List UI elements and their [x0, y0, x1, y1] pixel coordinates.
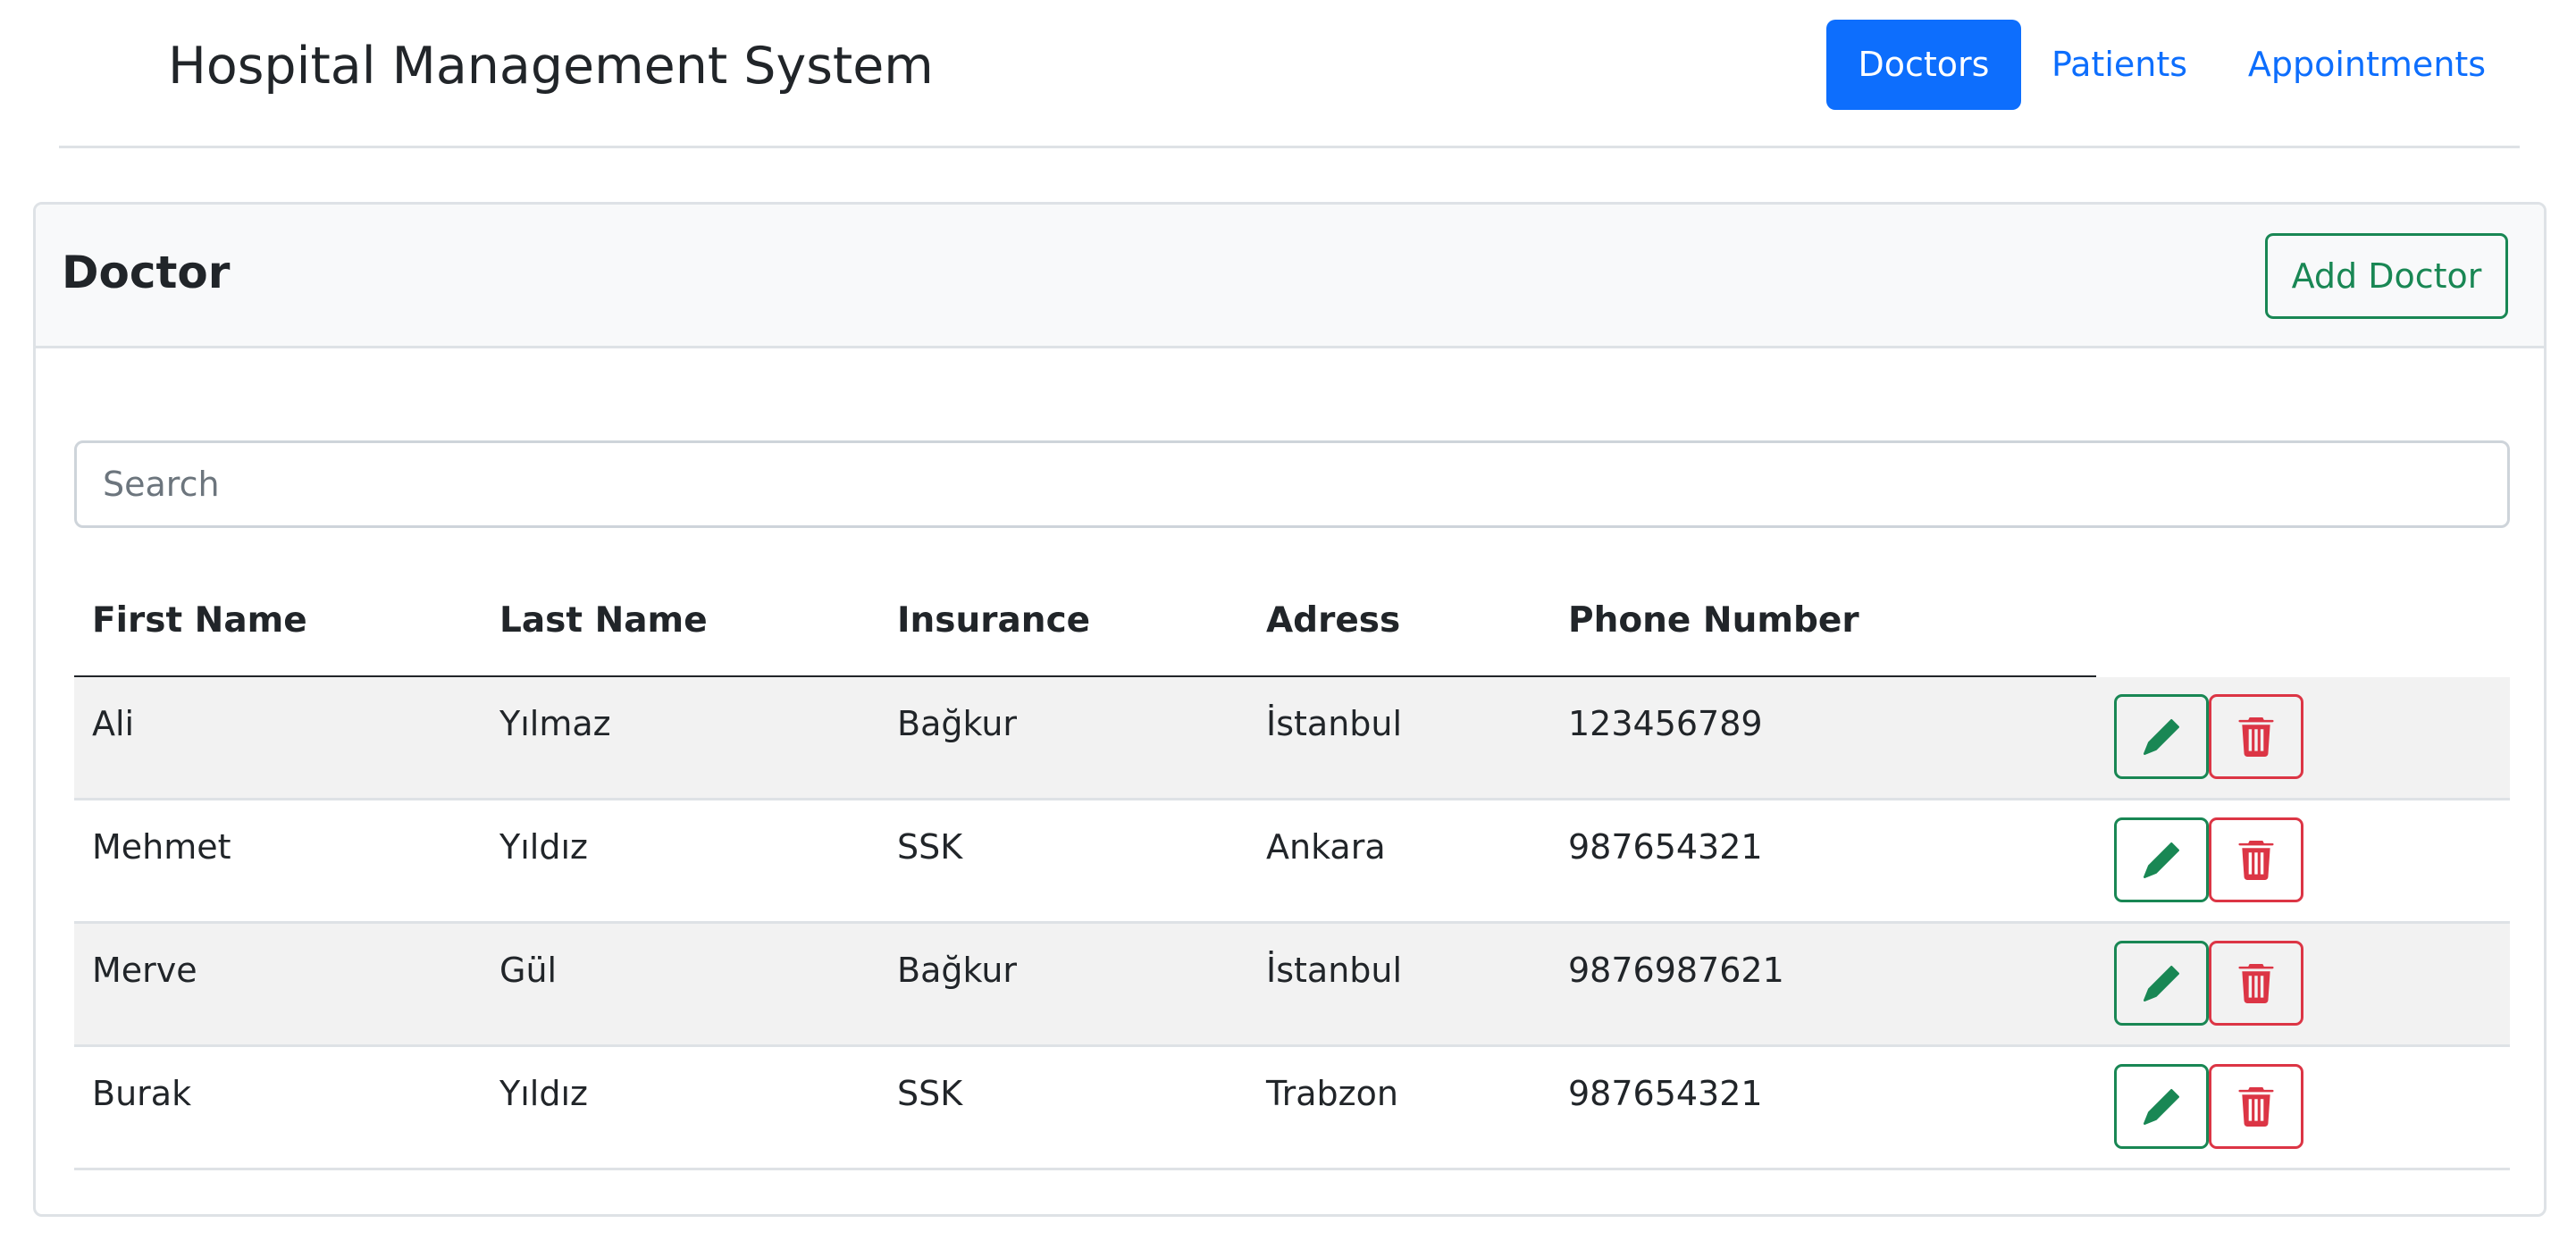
cell-last-name: Yıldız: [499, 827, 588, 867]
delete-button[interactable]: [2209, 817, 2303, 902]
cell-address: Trabzon: [1266, 1074, 1398, 1113]
add-doctor-button[interactable]: Add Doctor: [2265, 233, 2508, 319]
edit-button[interactable]: [2114, 694, 2209, 779]
delete-button[interactable]: [2209, 694, 2303, 779]
cell-insurance: Bağkur: [897, 951, 1018, 990]
column-header-insurance: Insurance: [897, 600, 1091, 641]
pencil-icon: [2144, 965, 2179, 1001]
search-input[interactable]: [74, 440, 2510, 528]
trash-icon: [2238, 1086, 2274, 1127]
pencil-icon: [2144, 842, 2179, 878]
table-row: Ali Yılmaz Bağkur İstanbul 123456789: [74, 677, 2510, 800]
cell-first-name: Burak: [92, 1074, 192, 1113]
table-header: First Name Last Name Insurance Adress Ph…: [74, 565, 2510, 678]
cell-insurance: SSK: [897, 1074, 963, 1113]
app-title[interactable]: Hospital Management System: [168, 34, 934, 98]
cell-phone-number: 987654321: [1568, 827, 1763, 867]
pencil-icon: [2144, 1088, 2179, 1125]
table-row: Burak Yıldız SSK Trabzon 987654321: [74, 1047, 2510, 1170]
cell-last-name: Yılmaz: [499, 704, 611, 743]
cell-phone-number: 123456789: [1568, 704, 1763, 743]
cell-phone-number: 987654321: [1568, 1074, 1763, 1113]
nav-link-patients[interactable]: Patients: [2040, 20, 2199, 110]
cell-last-name: Gül: [499, 951, 558, 990]
edit-button[interactable]: [2114, 1064, 2209, 1149]
trash-icon: [2238, 840, 2274, 880]
cell-insurance: Bağkur: [897, 704, 1018, 743]
table-row: Merve Gül Bağkur İstanbul 9876987621: [74, 924, 2510, 1047]
doctor-card: Doctor Add Doctor First Name Last Name I…: [33, 202, 2547, 1217]
cell-first-name: Ali: [92, 704, 135, 743]
column-header-first-name: First Name: [92, 600, 307, 641]
column-header-phone-number: Phone Number: [1568, 600, 1859, 641]
nav-divider: [59, 146, 2520, 148]
column-header-last-name: Last Name: [499, 600, 708, 641]
navbar: Hospital Management System Doctors Patie…: [0, 0, 2576, 148]
cell-last-name: Yıldız: [499, 1074, 588, 1113]
pencil-icon: [2144, 718, 2179, 755]
delete-button[interactable]: [2209, 1064, 2303, 1149]
cell-first-name: Merve: [92, 951, 197, 990]
cell-address: İstanbul: [1266, 951, 1403, 990]
trash-icon: [2238, 716, 2274, 757]
cell-address: İstanbul: [1266, 704, 1403, 743]
nav-link-appointments[interactable]: Appointments: [2237, 20, 2496, 110]
card-header: Doctor Add Doctor: [36, 205, 2544, 348]
nav-link-doctors[interactable]: Doctors: [1826, 20, 2021, 110]
edit-button[interactable]: [2114, 941, 2209, 1026]
table-row: Mehmet Yıldız SSK Ankara 987654321: [74, 800, 2510, 924]
cell-first-name: Mehmet: [92, 827, 231, 867]
column-header-address: Adress: [1266, 600, 1401, 641]
trash-icon: [2238, 963, 2274, 1003]
cell-phone-number: 9876987621: [1568, 951, 1784, 990]
card-title: Doctor: [62, 247, 231, 298]
cell-address: Ankara: [1266, 827, 1386, 867]
edit-button[interactable]: [2114, 817, 2209, 902]
cell-insurance: SSK: [897, 827, 963, 867]
delete-button[interactable]: [2209, 941, 2303, 1026]
